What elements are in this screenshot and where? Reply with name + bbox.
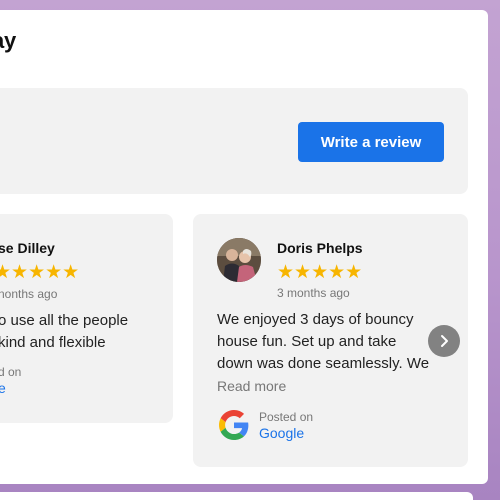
star-rating: ★★★★★ [0, 262, 80, 283]
review-source-link[interactable]: e [0, 380, 6, 396]
widget-title: ay [0, 28, 17, 53]
review-date: nonths ago [0, 287, 58, 301]
next-review-button[interactable] [428, 325, 460, 357]
avatar [217, 238, 261, 282]
review-date: 3 months ago [277, 286, 350, 300]
next-section-panel [0, 492, 473, 500]
posted-on-label: d on [0, 365, 22, 379]
review-source-link[interactable]: Google [259, 425, 304, 441]
google-icon [219, 410, 249, 440]
chevron-right-icon [441, 335, 448, 347]
review-text-line: We enjoyed 3 days of bouncy [217, 311, 414, 328]
review-text-line: down was done seamlessly. We [217, 355, 430, 372]
posted-on-label: Posted on [259, 410, 314, 424]
reviewer-name: Doris Phelps [277, 240, 363, 256]
review-text-line: house fun. Set up and take [217, 333, 397, 350]
write-review-button[interactable]: Write a review [298, 122, 444, 162]
read-more-link[interactable]: Read more [217, 378, 286, 394]
star-rating: ★★★★★ [277, 262, 363, 283]
reviewer-name: se Dilley [0, 240, 55, 256]
review-text-line: kind and flexible [0, 334, 106, 351]
review-text-line: o use all the people [0, 312, 129, 329]
